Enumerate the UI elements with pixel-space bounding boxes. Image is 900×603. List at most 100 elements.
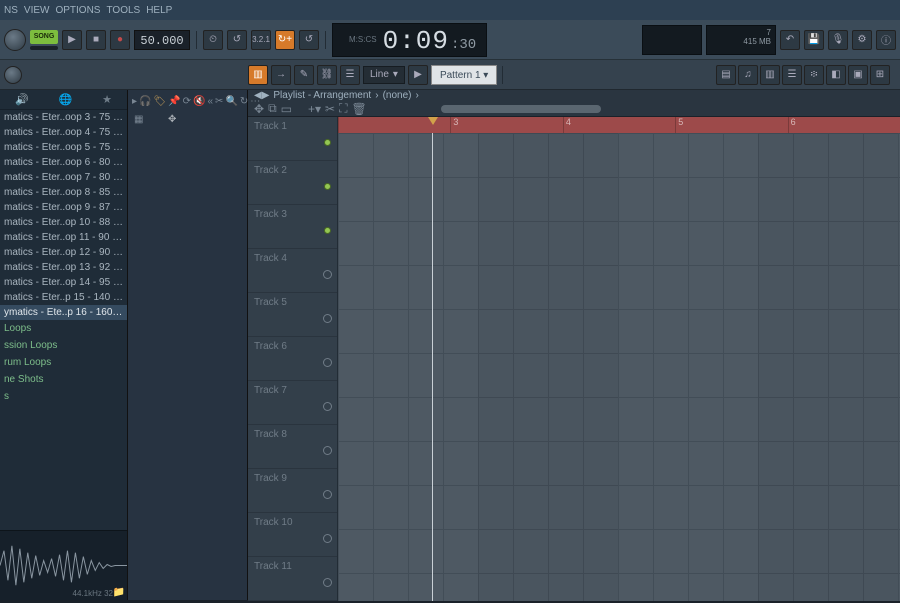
grid-icon[interactable]: ▦: [134, 114, 143, 125]
track-mute-ring[interactable]: [323, 358, 332, 367]
metronome-icon[interactable]: ⏲: [203, 30, 223, 50]
track-mute-ring[interactable]: [323, 534, 332, 543]
track-active-indicator[interactable]: [324, 183, 331, 190]
track-header[interactable]: Track 3: [248, 205, 337, 249]
arrange-icon[interactable]: ⊞: [870, 65, 890, 85]
browser-item[interactable]: matics - Eter..op 13 - 92 BPM: [0, 260, 127, 275]
tempo-display[interactable]: 50.000: [134, 30, 190, 50]
browser-item[interactable]: matics - Eter..op 11 - 90 BPM: [0, 230, 127, 245]
ruler-tick[interactable]: 6: [788, 117, 900, 133]
view-piano-icon[interactable]: ▥: [760, 65, 780, 85]
tool-draw-icon[interactable]: ▭: [281, 102, 292, 116]
more-icon[interactable]: ⋯: [250, 96, 260, 107]
back-icon[interactable]: «: [207, 96, 213, 107]
live-icon[interactable]: ☰: [340, 65, 360, 85]
browser-folder[interactable]: rum Loops: [0, 354, 127, 371]
track-header[interactable]: Track 9: [248, 469, 337, 513]
track-header[interactable]: Track 7: [248, 381, 337, 425]
ruler-tick[interactable]: 4: [563, 117, 675, 133]
track-header[interactable]: Track 6: [248, 337, 337, 381]
snap-mode-dropdown[interactable]: Line▾: [363, 66, 405, 84]
tool-trash-icon[interactable]: 🗑: [351, 102, 366, 116]
close-panels-icon[interactable]: ▣: [848, 65, 868, 85]
arrow-icon[interactable]: ▸: [132, 96, 137, 107]
record-button[interactable]: ●: [110, 30, 130, 50]
browser-item[interactable]: matics - Eter..p 15 - 140 BPM: [0, 290, 127, 305]
browser-item[interactable]: matics - Eter..oop 7 - 80 BPM: [0, 170, 127, 185]
song-pattern-toggle[interactable]: SONG: [30, 30, 58, 44]
browser-item[interactable]: matics - Eter..op 14 - 95 BPM: [0, 275, 127, 290]
snap-icon[interactable]: ▥: [248, 65, 268, 85]
track-header[interactable]: Track 1: [248, 117, 337, 161]
view-mixer-icon[interactable]: ፨: [804, 65, 824, 85]
settings-icon[interactable]: ⚙: [852, 30, 872, 50]
play-selection-icon[interactable]: ▶: [408, 65, 428, 85]
browser-item[interactable]: ymatics - Ete..p 16 - 160 BPM: [0, 305, 127, 320]
track-header[interactable]: Track 2: [248, 161, 337, 205]
track-header[interactable]: Track 5: [248, 293, 337, 337]
info-icon[interactable]: ⓘ: [876, 30, 896, 50]
headphones-icon[interactable]: 🎧: [139, 96, 151, 107]
move-icon[interactable]: ✥: [168, 114, 176, 125]
link-icon[interactable]: →: [271, 65, 291, 85]
plugin-icon[interactable]: ◧: [826, 65, 846, 85]
cut-icon[interactable]: ✂: [215, 96, 223, 107]
view-stepseq-icon[interactable]: ♫: [738, 65, 758, 85]
brush-icon[interactable]: ✎: [294, 65, 314, 85]
browser-item[interactable]: matics - Eter..oop 5 - 75 BPM: [0, 140, 127, 155]
tool-plus-icon[interactable]: +▾: [308, 102, 321, 116]
track-header[interactable]: Track 4: [248, 249, 337, 293]
browser-tab-fav-icon[interactable]: ★: [102, 93, 112, 106]
track-mute-ring[interactable]: [323, 402, 332, 411]
render-icon[interactable]: 🎙: [828, 30, 848, 50]
stop-button[interactable]: ■: [86, 30, 106, 50]
track-mute-ring[interactable]: [323, 314, 332, 323]
open-folder-icon[interactable]: 📁: [113, 587, 125, 598]
wait-icon[interactable]: 3.2.1: [251, 30, 271, 50]
menu-item[interactable]: HELP: [146, 5, 172, 16]
menu-item[interactable]: NS: [4, 5, 18, 16]
pin-icon[interactable]: 📌: [168, 96, 180, 107]
browser-folder[interactable]: ssion Loops: [0, 337, 127, 354]
browser-item[interactable]: matics - Eter..oop 3 - 75 BPM: [0, 110, 127, 125]
time-display[interactable]: M:S:CS 0:09 :30: [332, 23, 487, 57]
track-header[interactable]: Track 8: [248, 425, 337, 469]
menu-item[interactable]: VIEW: [24, 5, 50, 16]
menu-item[interactable]: TOOLS: [106, 5, 140, 16]
browser-folder[interactable]: Loops: [0, 320, 127, 337]
browser-item[interactable]: matics - Eter..oop 9 - 87 BPM: [0, 200, 127, 215]
arrangement-name[interactable]: (none): [383, 90, 412, 101]
browser-item[interactable]: matics - Eter..op 12 - 90 BPM: [0, 245, 127, 260]
tag-icon[interactable]: 🏷: [153, 96, 166, 107]
preview-waveform[interactable]: 44.1kHz 32 📁: [0, 530, 127, 600]
view-browser-icon[interactable]: ☰: [782, 65, 802, 85]
browser-item[interactable]: matics - Eter..oop 6 - 80 BPM: [0, 155, 127, 170]
main-volume-knob[interactable]: [4, 29, 26, 51]
browser-folder[interactable]: s: [0, 388, 127, 405]
arrangement-grid[interactable]: [338, 133, 900, 601]
track-active-indicator[interactable]: [324, 139, 331, 146]
track-header[interactable]: Track 11: [248, 557, 337, 601]
browser-item[interactable]: matics - Eter..oop 8 - 85 BPM: [0, 185, 127, 200]
browser-item[interactable]: matics - Eter..op 10 - 88 BPM: [0, 215, 127, 230]
track-mute-ring[interactable]: [323, 490, 332, 499]
browser-list[interactable]: matics - Eter..oop 3 - 75 BPMmatics - Et…: [0, 110, 127, 530]
play-button[interactable]: ▶: [62, 30, 82, 50]
undo-history-icon[interactable]: ↶: [780, 30, 800, 50]
browser-tab-web-icon[interactable]: 🌐: [59, 93, 73, 106]
browser-item[interactable]: matics - Eter..oop 4 - 75 BPM: [0, 125, 127, 140]
view-playlist-icon[interactable]: ▤: [716, 65, 736, 85]
track-mute-ring[interactable]: [323, 578, 332, 587]
playlist-grid[interactable]: 3456: [338, 117, 900, 601]
horizontal-scroll[interactable]: [441, 105, 601, 113]
playhead-marker-icon[interactable]: [428, 117, 438, 125]
countdown-icon[interactable]: ↺: [227, 30, 247, 50]
pattern-selector[interactable]: Pattern 1 ▾: [431, 65, 497, 85]
browser-folder[interactable]: ne Shots: [0, 371, 127, 388]
step-icon[interactable]: ↺: [299, 30, 319, 50]
ruler-tick[interactable]: 5: [675, 117, 787, 133]
browser-tab-sound-icon[interactable]: 🔊: [15, 93, 29, 106]
zoom-icon[interactable]: 🔍: [225, 96, 237, 107]
track-header[interactable]: Track 10: [248, 513, 337, 557]
cycle-icon[interactable]: ⟳: [183, 96, 191, 107]
